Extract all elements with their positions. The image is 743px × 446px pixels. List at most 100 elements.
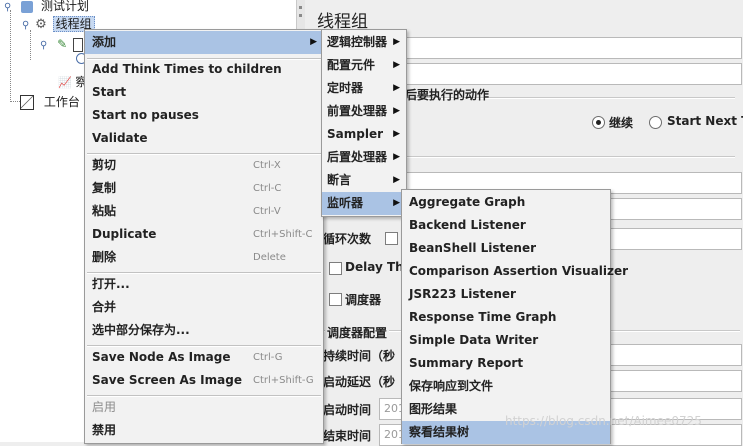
tree-node-test-plan[interactable]: ⚲ 测试计划 bbox=[4, 0, 89, 15]
grip-dot bbox=[299, 6, 302, 9]
menu-item-label: Backend Listener bbox=[409, 218, 526, 232]
chevron-right-icon: ▶ bbox=[393, 152, 400, 162]
chevron-right-icon: ▶ bbox=[310, 37, 317, 47]
menu-item-listener[interactable]: 监听器 ▶ bbox=[322, 192, 406, 215]
menu-item-sampler[interactable]: Sampler ▶ bbox=[322, 123, 406, 146]
menu-item-save-selection[interactable]: 选中部分保存为... bbox=[85, 319, 323, 342]
name-field[interactable] bbox=[400, 37, 742, 59]
shortcut-label: Ctrl+Shift-G bbox=[253, 375, 314, 386]
menu-item-save-node-image[interactable]: Save Node As Image Ctrl-G bbox=[85, 346, 323, 369]
pin-icon: ⚲ bbox=[4, 2, 12, 13]
menu-item-aggregate-graph[interactable]: Aggregate Graph bbox=[402, 191, 610, 214]
menu-item-summary-report[interactable]: Summary Report bbox=[402, 352, 610, 375]
menu-item-comparison-assertion-visualizer[interactable]: Comparison Assertion Visualizer bbox=[402, 260, 628, 283]
menu-item-start-no-pauses[interactable]: Start no pauses bbox=[85, 104, 323, 127]
menu-item-label: Aggregate Graph bbox=[409, 195, 526, 209]
continue-label: 继续 bbox=[609, 116, 634, 130]
tree-node-label: 工作台 bbox=[43, 95, 80, 109]
menu-item-disable[interactable]: 禁用 bbox=[85, 419, 323, 442]
menu-item-label: Validate bbox=[92, 131, 148, 145]
menu-item-beanshell-listener[interactable]: BeanShell Listener bbox=[402, 237, 610, 260]
menu-item-label: Sampler bbox=[327, 127, 384, 141]
menu-item-label: 删除 bbox=[92, 250, 117, 264]
menu-item-timer[interactable]: 定时器 ▶ bbox=[322, 77, 406, 100]
tree-guide-line bbox=[10, 10, 11, 102]
menu-item-label: 后置处理器 bbox=[327, 150, 388, 164]
menu-item-label: JSR223 Listener bbox=[409, 287, 516, 301]
menu-item-label: 保存响应到文件 bbox=[409, 379, 494, 393]
comments-field[interactable] bbox=[400, 63, 742, 85]
menu-item-duplicate[interactable]: Duplicate Ctrl+Shift-C bbox=[85, 223, 323, 246]
menu-item-validate[interactable]: Validate bbox=[85, 127, 323, 150]
menu-item-merge[interactable]: 合并 bbox=[85, 296, 323, 319]
chevron-right-icon: ▶ bbox=[393, 83, 400, 93]
menu-item-config-element[interactable]: 配置元件 ▶ bbox=[322, 54, 406, 77]
menu-item-logic-controller[interactable]: 逻辑控制器 ▶ bbox=[322, 31, 406, 54]
add-submenu: 逻辑控制器 ▶ 配置元件 ▶ 定时器 ▶ 前置处理器 ▶ Sampler ▶ 后置处理器 ▶… bbox=[321, 29, 407, 217]
shortcut-label: Delete bbox=[253, 252, 286, 263]
chevron-right-icon: ▶ bbox=[393, 106, 400, 116]
menu-item-post-processor[interactable]: 后置处理器 ▶ bbox=[322, 146, 406, 169]
gear-icon: ⚙ bbox=[35, 17, 47, 32]
workbench-icon bbox=[20, 95, 34, 110]
menu-item-label: 合并 bbox=[92, 300, 117, 314]
menu-item-start[interactable]: Start bbox=[85, 81, 323, 104]
menu-item-label: 禁用 bbox=[92, 423, 117, 437]
menu-item-label: 图形结果 bbox=[409, 402, 458, 416]
start-next-label: Start Next Thr bbox=[667, 114, 743, 128]
continue-radio[interactable] bbox=[592, 116, 605, 129]
tree-guide-line bbox=[30, 30, 31, 60]
menu-item-assertion[interactable]: 断言 ▶ bbox=[322, 169, 406, 192]
menu-item-label: 剪切 bbox=[92, 158, 117, 172]
forever-checkbox[interactable] bbox=[385, 232, 398, 245]
menu-item-label: 粘贴 bbox=[92, 204, 117, 218]
menu-item-jsr223-listener[interactable]: JSR223 Listener bbox=[402, 283, 610, 306]
chevron-right-icon: ▶ bbox=[393, 198, 400, 208]
tree-node-workbench[interactable]: 工作台 bbox=[20, 93, 80, 111]
shortcut-label: Ctrl-V bbox=[253, 206, 281, 217]
menu-item-label: 监听器 bbox=[327, 196, 364, 210]
menu-item-label: Response Time Graph bbox=[409, 310, 557, 324]
menu-item-label: Comparison Assertion Visualizer bbox=[409, 264, 629, 278]
test-plan-icon bbox=[21, 0, 34, 13]
end-time-label: 结束时间 bbox=[323, 429, 372, 443]
delay-thread-checkbox[interactable] bbox=[329, 262, 342, 275]
context-menu: 添加 ▶ Add Think Times to children Start S… bbox=[84, 29, 324, 444]
menu-item-label: 复制 bbox=[92, 181, 117, 195]
menu-item-label: 打开... bbox=[92, 277, 130, 291]
menu-item-paste[interactable]: 粘贴 Ctrl-V bbox=[85, 200, 323, 223]
shortcut-label: Ctrl-C bbox=[253, 183, 282, 194]
menu-item-backend-listener[interactable]: Backend Listener bbox=[402, 214, 610, 237]
menu-item-add[interactable]: 添加 ▶ bbox=[85, 31, 323, 54]
startup-delay-label: 启动延迟（秒 bbox=[323, 375, 396, 389]
scheduler-checkbox[interactable] bbox=[329, 293, 342, 306]
menu-item-enable: 启用 bbox=[85, 396, 323, 419]
section-border bbox=[405, 156, 735, 158]
menu-item-copy[interactable]: 复制 Ctrl-C bbox=[85, 177, 323, 200]
menu-item-label: Simple Data Writer bbox=[409, 333, 539, 347]
shortcut-label: Ctrl-X bbox=[253, 160, 281, 171]
menu-item-label: 察看结果树 bbox=[409, 425, 470, 439]
tree-node-label: 测试计划 bbox=[40, 0, 89, 13]
menu-item-save-responses[interactable]: 保存响应到文件 bbox=[402, 375, 610, 398]
menu-item-cut[interactable]: 剪切 Ctrl-X bbox=[85, 154, 323, 177]
menu-item-label: Start bbox=[92, 85, 127, 99]
menu-item-label: 启用 bbox=[92, 400, 117, 414]
menu-item-label: 前置处理器 bbox=[327, 104, 388, 118]
menu-item-simple-data-writer[interactable]: Simple Data Writer bbox=[402, 329, 610, 352]
shortcut-label: Ctrl+Shift-C bbox=[253, 229, 313, 240]
menu-item-label: 添加 bbox=[92, 35, 117, 49]
menu-item-label: 定时器 bbox=[327, 81, 364, 95]
menu-item-delete[interactable]: 删除 Delete bbox=[85, 246, 323, 269]
chevron-right-icon: ▶ bbox=[393, 60, 400, 70]
start-next-radio[interactable] bbox=[649, 116, 662, 129]
pipette-icon: ✎ bbox=[57, 37, 68, 51]
watermark: https://blog.csdn.net/Aimee0725 bbox=[505, 414, 702, 428]
start-time-label: 启动时间 bbox=[323, 403, 372, 417]
listener-submenu: Aggregate Graph Backend Listener BeanShe… bbox=[401, 189, 628, 444]
menu-item-open[interactable]: 打开... bbox=[85, 273, 323, 296]
menu-item-pre-processor[interactable]: 前置处理器 ▶ bbox=[322, 100, 406, 123]
menu-item-add-think-times[interactable]: Add Think Times to children bbox=[85, 58, 323, 81]
menu-item-save-screen-image[interactable]: Save Screen As Image Ctrl+Shift-G bbox=[85, 369, 323, 392]
menu-item-response-time-graph[interactable]: Response Time Graph bbox=[402, 306, 610, 329]
